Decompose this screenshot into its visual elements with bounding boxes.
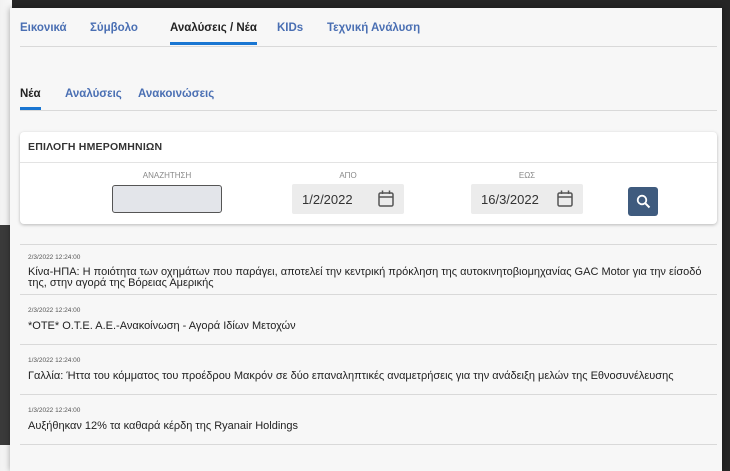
date-selection-card: ΕΠΙΛΟΓΗ ΗΜΕΡΟΜΗΝΙΩΝ ΑΝΑΖΗΤΗΣΗ ΑΠΟ 1/2/20… (20, 132, 717, 224)
news-item[interactable]: 1/3/2022 12:24:00 Γαλλία: Ήττα του κόμμα… (20, 345, 717, 395)
from-date-label: ΑΠΟ (339, 171, 357, 180)
subtab-nea[interactable]: Νέα (20, 88, 41, 110)
to-date-value: 16/3/2022 (481, 192, 539, 207)
top-tab-bar: Εικονικά Σύμβολο Αναλύσεις / Νέα KIDs Τε… (20, 22, 717, 47)
card-divider (20, 162, 717, 163)
tab-analyseis-nea[interactable]: Αναλύσεις / Νέα (170, 22, 257, 45)
tab-symbolo[interactable]: Σύμβολο (90, 22, 138, 34)
date-selection-title: ΕΠΙΛΟΓΗ ΗΜΕΡΟΜΗΝΙΩΝ (28, 141, 163, 153)
from-date-picker[interactable]: 1/2/2022 (292, 184, 404, 214)
news-date: 2/3/2022 12:24:00 (28, 307, 81, 314)
search-button[interactable] (628, 187, 658, 216)
news-title[interactable]: Γαλλία: Ήττα του κόμματος του προέδρου Μ… (28, 371, 708, 382)
news-date: 1/3/2022 12:24:00 (28, 357, 81, 364)
to-date-picker[interactable]: 16/3/2022 (471, 184, 583, 214)
news-title[interactable]: Κίνα-ΗΠΑ: Η ποιότητα των οχημάτων που πα… (28, 267, 708, 289)
from-date-value: 1/2/2022 (302, 192, 353, 207)
calendar-icon[interactable] (557, 190, 573, 212)
sub-tab-bar: Νέα Αναλύσεις Ανακοινώσεις (20, 88, 717, 111)
news-list: 2/3/2022 12:24:00 Κίνα-ΗΠΑ: Η ποιότητα τ… (20, 244, 717, 445)
search-label: ΑΝΑΖΗΤΗΣΗ (142, 171, 192, 180)
news-title[interactable]: Αυξήθηκαν 12% τα καθαρά κέρδη της Ryanai… (28, 421, 708, 432)
news-title[interactable]: *ΟΤΕ* Ο.Τ.Ε. Α.Ε.-Ανακοίνωση - Αγορά Ιδί… (28, 321, 708, 332)
to-date-label: ΕΩΣ (518, 171, 536, 180)
news-date: 2/3/2022 12:24:00 (28, 254, 81, 261)
news-item[interactable]: 2/3/2022 12:24:00 Κίνα-ΗΠΑ: Η ποιότητα τ… (20, 245, 717, 295)
tab-techniki-analysi[interactable]: Τεχνική Ανάλυση (327, 22, 420, 34)
news-date: 1/3/2022 12:24:00 (28, 407, 81, 414)
tab-kids[interactable]: KIDs (277, 22, 303, 34)
subtab-analyseis[interactable]: Αναλύσεις (65, 88, 122, 100)
main-panel: Εικονικά Σύμβολο Αναλύσεις / Νέα KIDs Τε… (10, 8, 722, 471)
subtab-anakoinoseis[interactable]: Ανακοινώσεις (138, 88, 214, 100)
search-input[interactable] (112, 185, 222, 213)
search-icon (636, 194, 651, 209)
calendar-icon[interactable] (378, 190, 394, 212)
tab-eikonika[interactable]: Εικονικά (20, 22, 67, 34)
news-item[interactable]: 1/3/2022 12:24:00 Αυξήθηκαν 12% τα καθαρ… (20, 395, 717, 445)
news-item[interactable]: 2/3/2022 12:24:00 *ΟΤΕ* Ο.Τ.Ε. Α.Ε.-Ανακ… (20, 295, 717, 345)
